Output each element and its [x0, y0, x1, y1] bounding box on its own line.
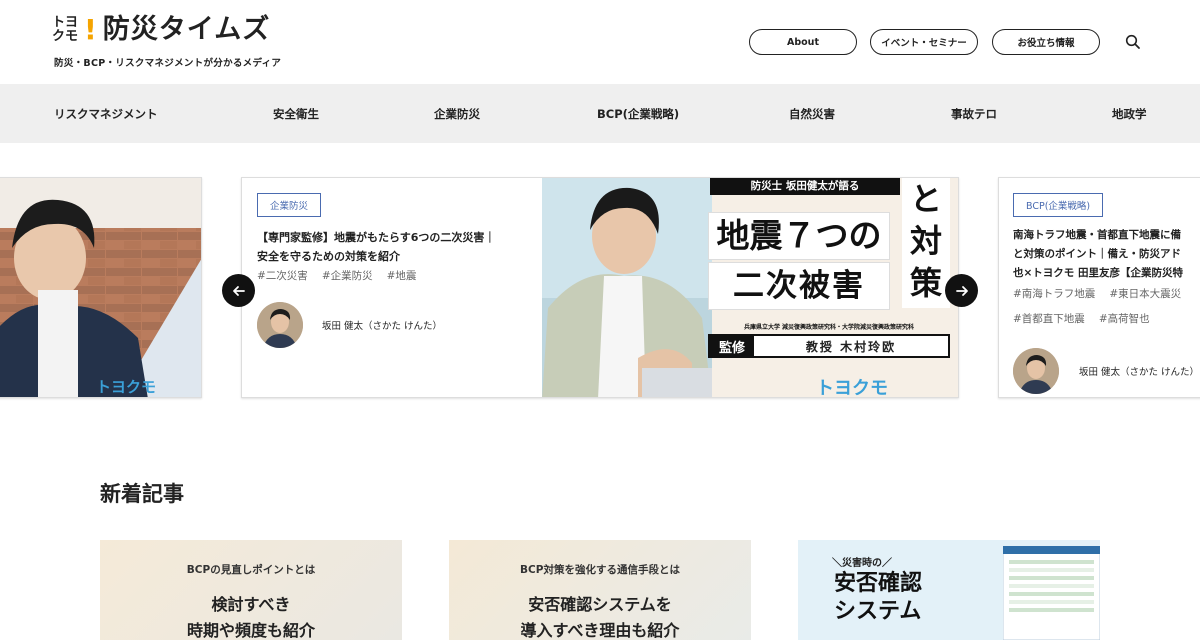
- hero-supervisor-name: 教授 木村玲欧: [805, 339, 897, 354]
- news-card[interactable]: BCP対策を強化する通信手段とは 安否確認システムを 導入すべき理由も紹介: [449, 540, 751, 640]
- news-card-headline: 安否確認 システム: [834, 570, 922, 626]
- news-card-headline: 検討すべき 時期や頻度も紹介: [100, 592, 402, 640]
- news-card-subtitle: BCPの見直しポイントとは: [186, 564, 316, 576]
- search-icon[interactable]: [1124, 33, 1142, 51]
- news-card-headline-line2: 導入すべき理由も紹介: [520, 621, 680, 640]
- next-card-title-line2: と対策のポイント｜備え・防災アド: [1013, 248, 1181, 260]
- hero-affiliation: 兵庫県立大学 減災復興政策研究科・大学院減災復興政策研究科: [743, 324, 915, 331]
- hashtag[interactable]: #首都直下地震: [1013, 311, 1085, 326]
- carousel-card-prev[interactable]: トヨクモ: [0, 177, 202, 398]
- hero-supervisor: 監修 教授 木村玲欧: [708, 334, 950, 358]
- news-card[interactable]: ＼災害時の／ 安否確認 システム: [798, 540, 1100, 640]
- carousel-card-next[interactable]: BCP(企業戦略) 南海トラフ地震・首都直下地震に備 と対策のポイント｜備え・防…: [998, 177, 1200, 398]
- useful-info-button[interactable]: お役立ち情報: [992, 29, 1100, 55]
- nav-item-accident-terror[interactable]: 事故テロ: [951, 106, 997, 122]
- carousel-next-button[interactable]: [945, 274, 978, 307]
- site-logo[interactable]: トヨ クモ ! 防災タイムズ: [52, 14, 270, 46]
- arrow-right-icon: [955, 285, 968, 296]
- nav-item-corporate-disaster[interactable]: 企業防災: [434, 106, 480, 122]
- next-card-title-line3: 也×トヨクモ 田里友彦【企業防災特: [1013, 267, 1183, 279]
- card-title[interactable]: 【専門家監修】地震がもたらす6つの二次災害｜ 安全を守るための対策を紹介: [257, 228, 542, 266]
- nav-item-bcp[interactable]: BCP(企業戦略): [597, 106, 679, 122]
- card-category-tag[interactable]: 企業防災: [257, 193, 322, 217]
- news-card-headline-line1: 安否確認システムを: [528, 595, 672, 614]
- category-nav: リスクマネジメント 安全衛生 企業防災 BCP(企業戦略) 自然災害 事故テロ …: [0, 84, 1200, 143]
- hero-brand: トヨクモ: [816, 378, 888, 398]
- carousel-card-main[interactable]: 企業防災 【専門家監修】地震がもたらす6つの二次災害｜ 安全を守るための対策を紹…: [241, 177, 959, 398]
- logo-mark-top: トヨ: [52, 15, 79, 30]
- site-tagline: 防災・BCP・リスクマネジメントが分かるメディア: [54, 58, 282, 69]
- news-card[interactable]: BCPの見直しポイントとは 検討すべき 時期や頻度も紹介: [100, 540, 402, 640]
- hashtag[interactable]: #地震: [387, 268, 417, 283]
- next-author-name[interactable]: 坂田 健太（さかた けんた）: [1079, 364, 1199, 378]
- news-card-headline: 安否確認システムを 導入すべき理由も紹介: [449, 592, 751, 640]
- news-card-headline-line2: システム: [834, 599, 922, 624]
- logo-title: 防災タイムズ: [102, 14, 271, 45]
- hashtag[interactable]: #企業防災: [322, 268, 373, 283]
- spreadsheet-illustration: [1003, 546, 1100, 640]
- about-button[interactable]: About: [749, 29, 857, 55]
- next-card-hashtags: #南海トラフ地震 #東日本大震災 #首都直下地震 #高荷智也: [1013, 286, 1200, 326]
- author-name[interactable]: 坂田 健太（さかた けんた）: [322, 318, 442, 332]
- author-avatar: [257, 302, 303, 348]
- nav-item-geopolitics[interactable]: 地政学: [1112, 106, 1147, 122]
- next-card-category-tag[interactable]: BCP(企業戦略): [1013, 193, 1104, 217]
- carousel-prev-button[interactable]: [222, 274, 255, 307]
- logo-bang: !: [84, 13, 97, 46]
- news-card-subtitle: BCP対策を強化する通信手段とは: [520, 564, 680, 576]
- next-author-avatar: [1013, 348, 1059, 394]
- news-card-headline-line2: 時期や頻度も紹介: [186, 621, 315, 640]
- hero-side-2: 対: [909, 222, 942, 260]
- card-title-line2: 安全を守るための対策を紹介: [257, 250, 400, 263]
- card-title-line1: 【専門家監修】地震がもたらす6つの二次災害｜: [257, 231, 496, 244]
- hero-header: 防災士 坂田健太が語る: [710, 178, 900, 195]
- logo-mark: トヨ クモ: [52, 16, 78, 44]
- logo-mark-bottom: クモ: [52, 29, 79, 44]
- news-card-subtitle: ＼災害時の／: [832, 558, 892, 569]
- next-card-title[interactable]: 南海トラフ地震・首都直下地震に備 と対策のポイント｜備え・防災アド 也×トヨクモ…: [1013, 226, 1200, 283]
- hero-side-text: と 対 策: [902, 178, 950, 308]
- prev-card-image: [0, 178, 201, 397]
- event-seminar-button[interactable]: イベント・セミナー: [870, 29, 978, 55]
- next-card-title-line1: 南海トラフ地震・首都直下地震に備: [1013, 229, 1181, 241]
- card-hero-image: 防災士 坂田健太が語る 地震７つの 二次被害 と 対 策 兵庫県立大学 減災復興…: [542, 178, 958, 398]
- prev-card-brand: トヨクモ: [96, 378, 157, 396]
- nav-item-risk-management[interactable]: リスクマネジメント: [54, 106, 158, 122]
- card-hashtags: #二次災害 #企業防災 #地震: [257, 268, 416, 283]
- hero-side-3: 策: [909, 264, 942, 302]
- nav-item-natural-disaster[interactable]: 自然災害: [789, 106, 835, 122]
- hashtag[interactable]: #高荷智也: [1099, 311, 1150, 326]
- site-header: トヨ クモ ! 防災タイムズ 防災・BCP・リスクマネジメントが分かるメディア …: [0, 0, 1200, 84]
- hashtag[interactable]: #二次災害: [257, 268, 308, 283]
- hero-supervisor-label: 監修: [710, 336, 754, 356]
- hashtag[interactable]: #東日本大震災: [1109, 286, 1181, 301]
- news-card-headline-line1: 安否確認: [834, 571, 923, 596]
- news-section-title: 新着記事: [100, 482, 184, 506]
- hero-line1: 地震７つの: [708, 212, 890, 260]
- nav-item-safety-health[interactable]: 安全衛生: [273, 106, 319, 122]
- hero-side-1: と: [909, 180, 942, 218]
- hero-line2: 二次被害: [708, 262, 890, 310]
- arrow-left-icon: [232, 285, 245, 296]
- news-card-headline-line1: 検討すべき: [211, 595, 291, 614]
- hashtag[interactable]: #南海トラフ地震: [1013, 286, 1095, 301]
